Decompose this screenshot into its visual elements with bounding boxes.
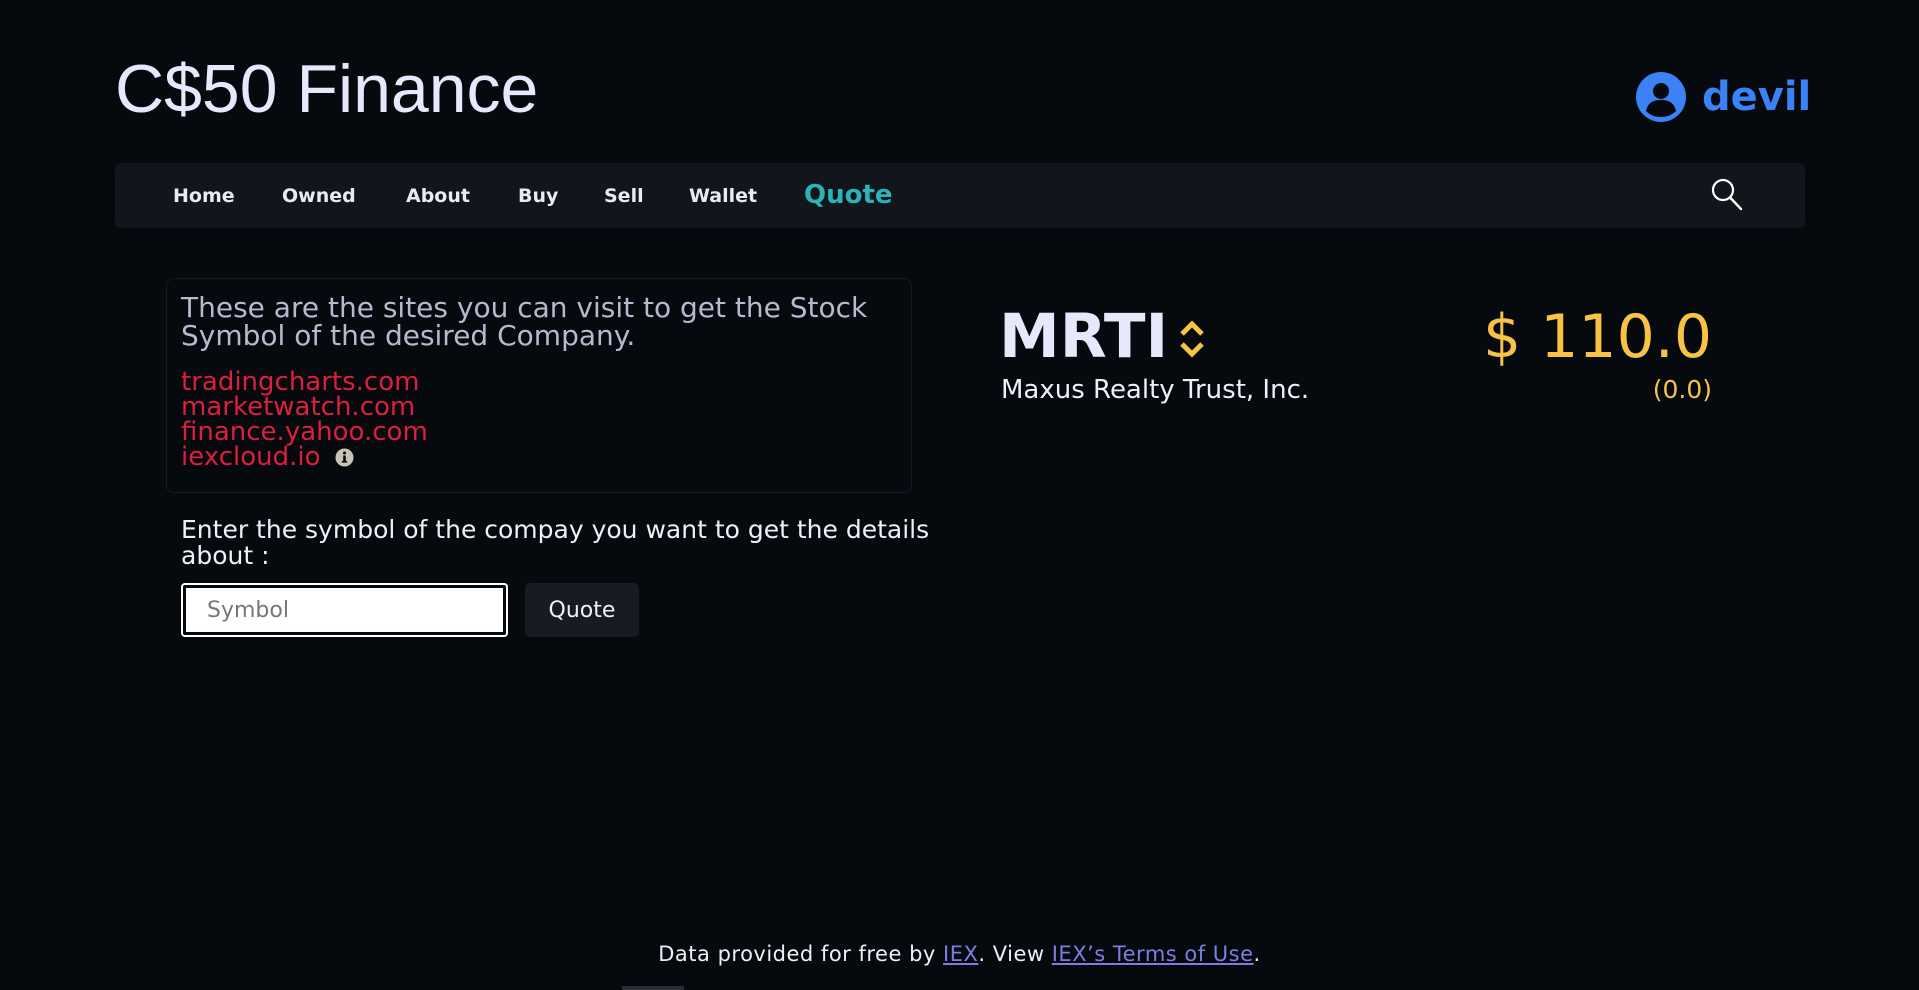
nav-sell[interactable]: Sell: [604, 185, 644, 207]
iex-link[interactable]: IEX: [943, 942, 978, 966]
user-circle-icon: [1636, 72, 1686, 122]
nav-wallet[interactable]: Wallet: [689, 185, 757, 207]
link-iexcloud-row: iexcloud.io: [181, 444, 428, 470]
nav-buy[interactable]: Buy: [518, 185, 558, 207]
quote-button[interactable]: Quote: [525, 583, 639, 637]
footer-suffix: .: [1253, 942, 1261, 966]
ticker-symbol: MRTI: [999, 301, 1169, 372]
info-icon[interactable]: [335, 448, 354, 467]
nav-home[interactable]: Home: [173, 185, 235, 207]
sort-icon[interactable]: [1178, 319, 1206, 359]
search-icon[interactable]: [1711, 177, 1743, 211]
iex-terms-link[interactable]: IEX’s Terms of Use: [1052, 942, 1254, 966]
stock-price: $ 110.0: [1482, 302, 1712, 372]
nav-owned[interactable]: Owned: [282, 185, 356, 207]
price-change: (0.0): [1652, 375, 1712, 404]
sources-list: tradingcharts.com marketwatch.com financ…: [181, 369, 428, 470]
footer-middle: . View: [978, 942, 1052, 966]
sources-description: These are the sites you can visit to get…: [181, 291, 868, 352]
footer-prefix: Data provided for free by: [658, 942, 943, 966]
brand-title[interactable]: C$50 Finance: [115, 50, 538, 128]
main-navbar: Home Owned About Buy Sell Wallet Quote: [115, 163, 1805, 228]
footer: Data provided for free by IEX. View IEX’…: [0, 942, 1919, 966]
company-name: Maxus Realty Trust, Inc.: [1001, 375, 1310, 405]
link-iexcloud[interactable]: iexcloud.io: [181, 444, 321, 470]
nav-quote[interactable]: Quote: [804, 180, 893, 210]
symbol-prompt: Enter the symbol of the compay you want …: [181, 515, 930, 570]
scroll-indicator: [622, 986, 684, 990]
user-menu[interactable]: devil: [1636, 72, 1811, 122]
nav-about[interactable]: About: [406, 185, 470, 207]
symbol-input[interactable]: [181, 583, 508, 637]
user-name: devil: [1702, 74, 1812, 120]
